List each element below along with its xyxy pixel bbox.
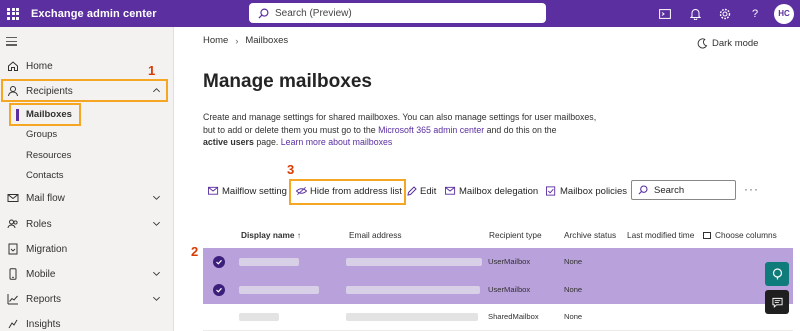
sidebar-item-mobile[interactable]: Mobile (0, 264, 174, 284)
help-bubble-icon (772, 268, 782, 280)
redacted-email (346, 313, 478, 321)
sidebar-item-reports[interactable]: Reports (0, 289, 174, 309)
more-options-icon[interactable]: ··· (744, 182, 759, 196)
m365-admin-center-link[interactable]: Microsoft 365 admin center (378, 125, 484, 135)
people-icon (7, 219, 18, 229)
sidebar-item-mail-flow[interactable]: Mail flow (0, 188, 174, 208)
chevron-down-icon[interactable] (152, 193, 161, 202)
page-description: Create and manage settings for shared ma… (203, 112, 597, 147)
mail-delegate-icon (445, 186, 456, 195)
callout-3: 3 (287, 162, 295, 177)
moon-icon (697, 38, 708, 49)
chat-button[interactable] (765, 290, 789, 314)
pencil-icon (407, 186, 417, 196)
mailflow-setting-button[interactable]: Mailflow setting (208, 182, 287, 200)
mailbox-delegation-button[interactable]: Mailbox delegation (445, 182, 538, 200)
chevron-down-icon[interactable] (152, 219, 161, 228)
search-placeholder: Search (Preview) (275, 7, 352, 19)
mail-settings-icon (208, 186, 219, 195)
search-icon (258, 8, 269, 19)
choose-columns-button[interactable]: Choose columns (703, 230, 777, 240)
page-title: Manage mailboxes (203, 71, 372, 92)
breadcrumb: Home › Mailboxes (203, 35, 288, 46)
edit-button[interactable]: Edit (407, 182, 436, 200)
column-recipient-type[interactable]: Recipient type (489, 230, 542, 240)
avatar[interactable]: HC (774, 3, 794, 24)
sort-ascending-icon: ↑ (296, 230, 301, 240)
breadcrumb-home[interactable]: Home (203, 35, 228, 46)
feedback-button[interactable] (765, 262, 789, 286)
app-title[interactable]: Exchange admin center (31, 8, 157, 20)
chart-icon (7, 294, 18, 305)
hamburger-icon[interactable] (6, 37, 17, 48)
columns-icon (703, 232, 711, 239)
column-last-modified[interactable]: Last modified time (627, 230, 694, 240)
learn-more-link[interactable]: Learn more about mailboxes (281, 137, 393, 147)
dark-mode-toggle[interactable]: Dark mode (697, 38, 758, 49)
search-icon (638, 185, 648, 195)
column-email-address[interactable]: Email address (349, 230, 402, 240)
sidebar-item-migration[interactable]: Migration (0, 239, 174, 259)
mailbox-policies-button[interactable]: Mailbox policies (546, 182, 627, 200)
sidebar-item-insights[interactable]: Insights (0, 314, 174, 331)
breadcrumb-current: Mailboxes (245, 35, 289, 46)
table-row[interactable]: SharedMailbox None (203, 303, 793, 331)
top-bar: Exchange admin center Search (Preview) ?… (0, 0, 800, 27)
recipients-highlight-box (1, 79, 168, 102)
mailbox-search-input[interactable]: Search (631, 180, 736, 200)
redacted-display-name (239, 313, 279, 321)
global-search-input[interactable]: Search (Preview) (249, 3, 546, 23)
hide-button-highlight-box (289, 179, 406, 205)
column-archive-status[interactable]: Archive status (564, 230, 616, 240)
sidebar-item-resources[interactable]: Resources (0, 147, 174, 165)
home-icon (8, 61, 18, 71)
insights-icon (8, 319, 18, 329)
callout-2: 2 (191, 244, 199, 259)
gear-icon[interactable] (710, 0, 740, 27)
sidebar-item-groups[interactable]: Groups (0, 126, 174, 144)
sidebar-item-contacts[interactable]: Contacts (0, 167, 174, 185)
app-launcher-icon[interactable] (7, 7, 19, 20)
help-icon[interactable]: ? (740, 0, 770, 27)
mail-icon (7, 194, 19, 202)
recipient-type-cell: SharedMailbox (488, 312, 539, 321)
bell-icon[interactable] (680, 0, 710, 27)
cloud-shell-icon[interactable] (650, 0, 680, 27)
archive-status-cell: None (564, 312, 583, 321)
policy-icon (546, 186, 556, 196)
chevron-down-icon[interactable] (152, 294, 161, 303)
mailboxes-highlight-box (9, 103, 81, 126)
chevron-right-icon: › (235, 35, 239, 46)
chat-icon (771, 297, 783, 308)
selection-region (203, 246, 793, 304)
migration-icon (8, 243, 18, 255)
sidebar-item-roles[interactable]: Roles (0, 214, 174, 234)
chevron-down-icon[interactable] (152, 269, 161, 278)
column-display-name[interactable]: Display name ↑ (241, 230, 301, 240)
phone-icon (9, 268, 17, 280)
callout-1: 1 (148, 63, 156, 78)
table-header: Display name ↑ Email address Recipient t… (203, 224, 793, 246)
